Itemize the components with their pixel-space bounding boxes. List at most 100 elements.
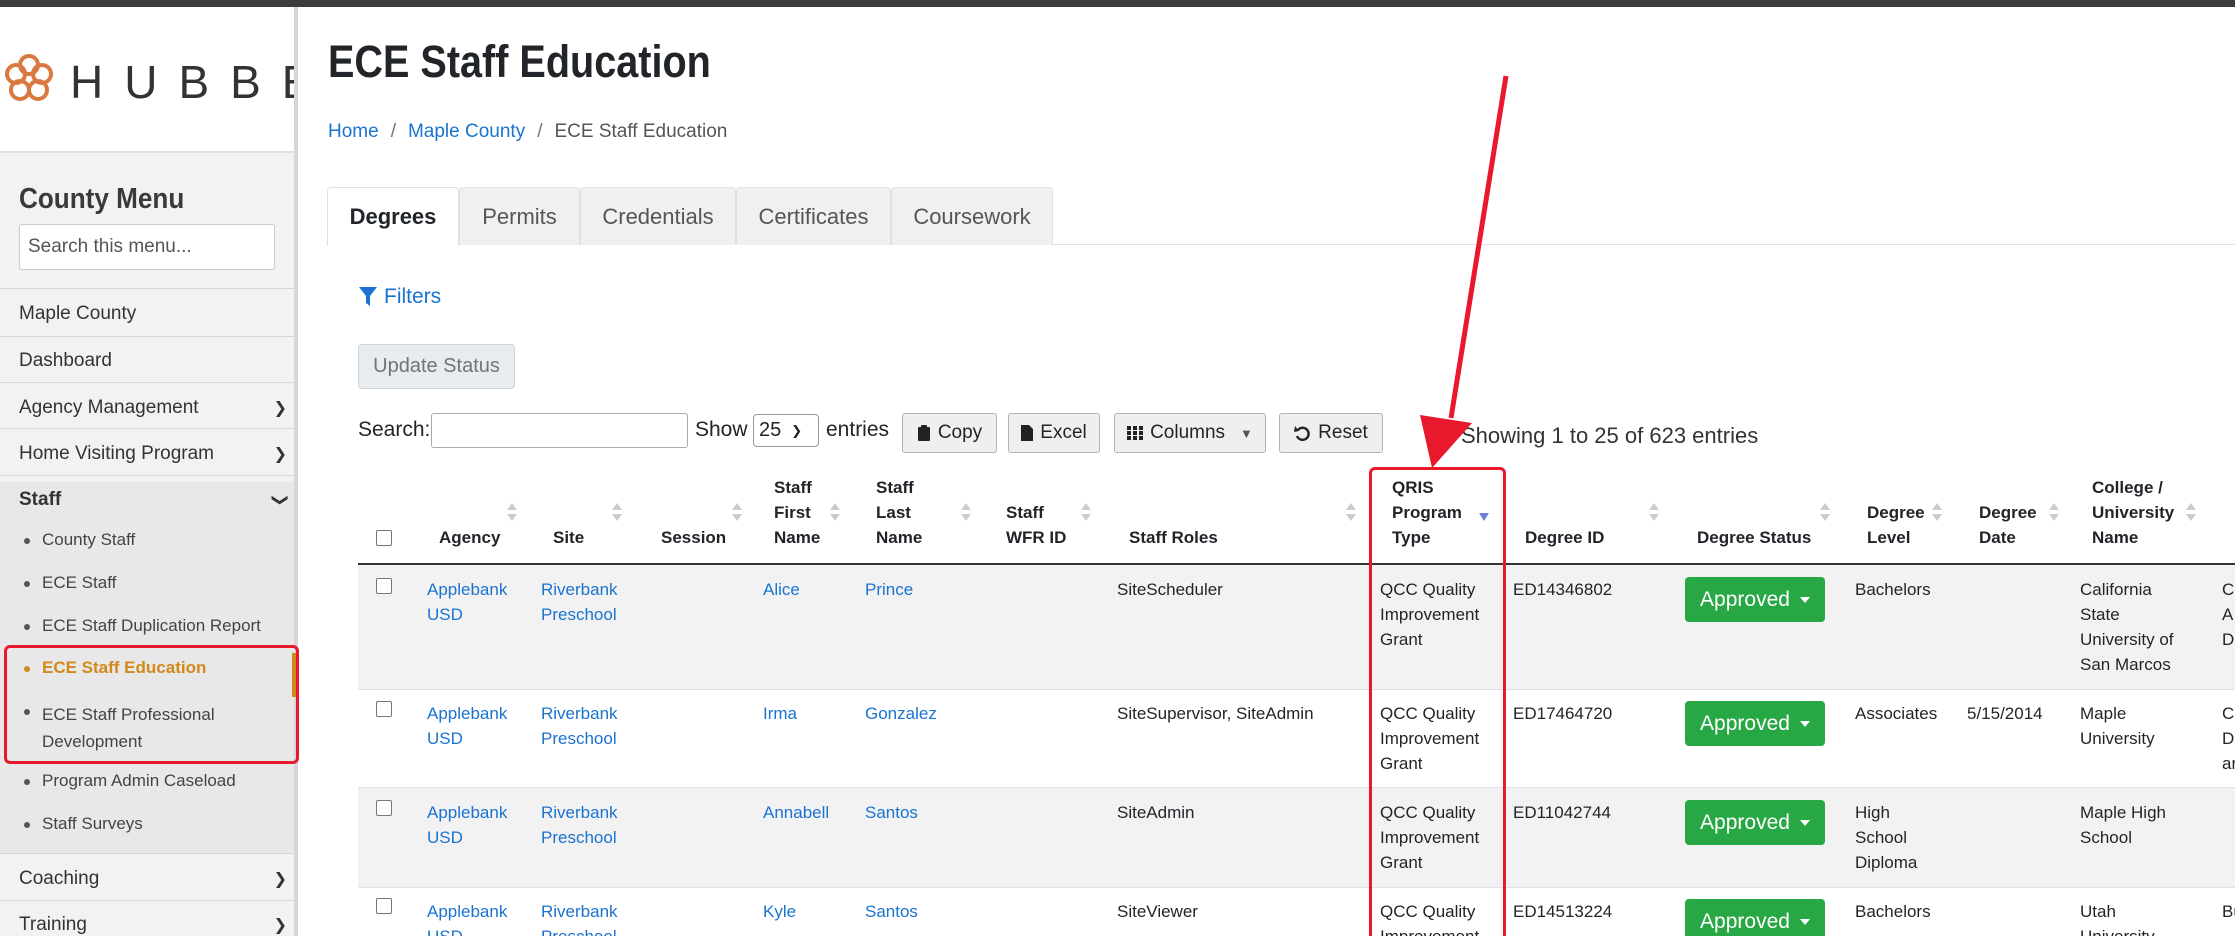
table-search-input[interactable] (431, 413, 688, 448)
filter-icon (359, 287, 377, 306)
header-first-name[interactable]: Staff First Name (774, 475, 820, 550)
breadcrumb-home[interactable]: Home (328, 121, 379, 142)
sort-icon (612, 503, 622, 523)
menu-title: County Menu (19, 183, 185, 215)
header-staff-roles[interactable]: Staff Roles (1129, 525, 1218, 550)
agency-link[interactable]: ApplebankUSD (427, 899, 507, 936)
last-name-link[interactable]: Prince (865, 577, 913, 602)
degree-date-cell: 5/15/2014 (1967, 704, 2043, 723)
sidebar-sub-program-admin-caseload[interactable]: Program Admin Caseload (24, 771, 236, 791)
sidebar-item-agency-management[interactable]: Agency Management ❯ (19, 397, 289, 419)
degree-status-dropdown[interactable]: Approved (1685, 800, 1825, 845)
sidebar-sub-duplication-report[interactable]: ECE Staff Duplication Report (24, 616, 261, 636)
degree-status-dropdown[interactable]: Approved (1685, 899, 1825, 936)
excel-button[interactable]: Excel (1008, 413, 1100, 453)
row-checkbox[interactable] (376, 800, 392, 816)
undo-icon (1294, 425, 1310, 441)
sidebar-sub-ece-staff[interactable]: ECE Staff (23, 573, 116, 593)
logo[interactable]: HUBBE (0, 7, 294, 153)
sidebar-sub-county-staff[interactable]: County Staff (23, 530, 135, 550)
agency-link[interactable]: ApplebankUSD (427, 577, 507, 627)
degree-status-dropdown[interactable]: Approved (1685, 577, 1825, 622)
degree-level-cell: Bachelors (1855, 902, 1931, 921)
sidebar-item-dashboard[interactable]: Dashboard (19, 350, 289, 372)
caret-down-icon (1799, 720, 1810, 727)
sidebar-item-coaching[interactable]: Coaching ❯ (19, 868, 289, 890)
college-cell: California State University of San Marcos (2080, 580, 2174, 674)
staff-roles-cell: SiteScheduler (1117, 580, 1223, 599)
header-wfr-id[interactable]: Staff WFR ID (1006, 500, 1066, 550)
degree-level-cell: High School Diploma (1855, 803, 1918, 872)
site-link[interactable]: RiverbankPreschool (541, 800, 618, 850)
sort-icon (2186, 503, 2196, 523)
select-all-checkbox[interactable] (376, 530, 392, 546)
header-degree-level[interactable]: Degree Level (1867, 500, 1925, 550)
update-status-button[interactable]: Update Status (358, 344, 515, 389)
tab-credentials[interactable]: Credentials (580, 187, 736, 245)
overflow-cell: ClAD (2222, 580, 2235, 649)
header-session[interactable]: Session (661, 525, 726, 550)
sidebar-item-maple-county[interactable]: Maple County (19, 303, 289, 325)
sort-icon (1649, 503, 1659, 523)
sort-icon (732, 503, 742, 523)
show-label: Show (695, 418, 748, 441)
filters-toggle[interactable]: Filters (358, 285, 441, 309)
tab-permits[interactable]: Permits (459, 187, 580, 245)
row-checkbox[interactable] (376, 898, 392, 914)
site-link[interactable]: RiverbankPreschool (541, 577, 618, 627)
site-link[interactable]: RiverbankPreschool (541, 701, 618, 751)
copy-button[interactable]: Copy (902, 413, 997, 453)
overflow-cell: Bu (2222, 902, 2235, 921)
degree-level-cell: Bachelors (1855, 580, 1931, 599)
breadcrumb-maple-county[interactable]: Maple County (408, 121, 525, 142)
columns-button[interactable]: Columns ▼ (1114, 413, 1266, 453)
tab-coursework[interactable]: Coursework (891, 187, 1053, 245)
first-name-link[interactable]: Irma (763, 701, 797, 726)
sidebar-item-home-visiting[interactable]: Home Visiting Program ❯ (19, 443, 289, 465)
header-degree-id[interactable]: Degree ID (1525, 525, 1604, 550)
row-checkbox[interactable] (376, 578, 392, 594)
sidebar-sub-staff-surveys[interactable]: Staff Surveys (24, 814, 143, 834)
degree-status-dropdown[interactable]: Approved (1685, 701, 1825, 746)
sort-icon (1346, 503, 1356, 523)
chevron-right-icon: ❯ (273, 446, 287, 463)
chevron-right-icon: ❯ (273, 400, 287, 417)
agency-link[interactable]: ApplebankUSD (427, 701, 507, 751)
flower-logo-icon (5, 54, 53, 101)
search-label: Search: (358, 418, 431, 441)
staff-roles-cell: SiteSupervisor, SiteAdmin (1117, 704, 1314, 723)
college-cell: Maple University (2080, 704, 2155, 748)
sidebar: HUBBE County Menu Maple County Dashboard… (0, 7, 298, 936)
page-length-select[interactable]: 25 ❯ (753, 414, 819, 447)
sidebar-item-training[interactable]: Training ❯ (19, 914, 289, 936)
site-link[interactable]: RiverbankPreschool (541, 899, 618, 936)
reset-button[interactable]: Reset (1279, 413, 1383, 453)
table-info: Showing 1 to 25 of 623 entries (1461, 423, 1759, 448)
header-college-name[interactable]: College / University Name (2092, 475, 2174, 550)
caret-down-icon (1799, 596, 1810, 603)
overflow-cell: ClDar (2222, 704, 2235, 773)
last-name-link[interactable]: Gonzalez (865, 701, 937, 726)
staff-roles-cell: SiteAdmin (1117, 803, 1195, 822)
header-degree-date[interactable]: Degree Date (1979, 500, 2037, 550)
sidebar-item-staff[interactable]: Staff ❯ (19, 489, 289, 511)
first-name-link[interactable]: Annabell (763, 800, 829, 825)
tab-certificates[interactable]: Certificates (736, 187, 891, 245)
last-name-link[interactable]: Santos (865, 899, 918, 924)
tab-degrees[interactable]: Degrees (327, 187, 459, 246)
menu-search-input[interactable] (19, 224, 275, 270)
header-last-name[interactable]: Staff Last Name (876, 475, 922, 550)
sort-icon (1820, 503, 1830, 523)
header-degree-status[interactable]: Degree Status (1697, 525, 1811, 550)
agency-link[interactable]: ApplebankUSD (427, 800, 507, 850)
header-agency[interactable]: Agency (439, 525, 500, 550)
sort-icon (1932, 503, 1942, 523)
row-checkbox[interactable] (376, 701, 392, 717)
chevron-down-icon: ❯ (791, 422, 803, 438)
header-site[interactable]: Site (553, 525, 584, 550)
college-cell: Maple High School (2080, 803, 2166, 847)
first-name-link[interactable]: Kyle (763, 899, 796, 924)
first-name-link[interactable]: Alice (763, 577, 800, 602)
annotation-highlight-qris (1369, 467, 1506, 936)
last-name-link[interactable]: Santos (865, 800, 918, 825)
